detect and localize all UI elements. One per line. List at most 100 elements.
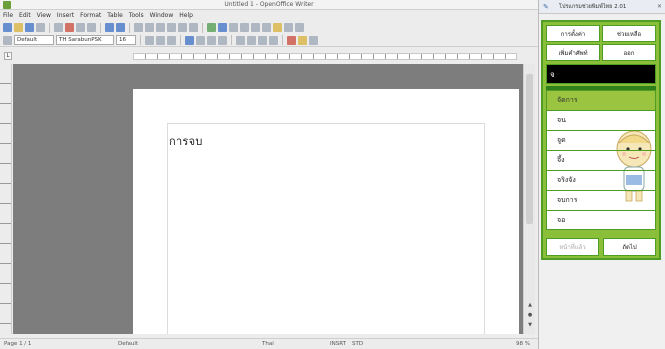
export-pdf-icon[interactable] bbox=[65, 23, 74, 32]
font-size-select[interactable]: 16 bbox=[116, 35, 136, 45]
menu-file[interactable]: File bbox=[3, 12, 13, 19]
highlight-icon[interactable] bbox=[298, 35, 307, 45]
navigator-icon[interactable] bbox=[251, 23, 260, 32]
next-page-icon[interactable]: ▼ bbox=[528, 322, 532, 328]
toolbar-separator bbox=[129, 22, 130, 33]
menu-window[interactable]: Window bbox=[150, 12, 174, 19]
table-icon[interactable] bbox=[218, 23, 227, 32]
justify-icon[interactable] bbox=[218, 35, 227, 45]
tab-stop-selector[interactable]: L bbox=[4, 52, 12, 60]
toolbar-separator bbox=[282, 35, 283, 45]
page-nav-arrows[interactable]: ▲ ● ▼ bbox=[526, 302, 534, 328]
panel-title-bar: ✎ โปรแกรมช่วยพิมพ์ไทย 2.01 ✕ bbox=[539, 0, 665, 14]
underline-icon[interactable] bbox=[167, 35, 176, 45]
print-icon[interactable] bbox=[76, 23, 85, 32]
font-name-select[interactable]: TH SarabunPSK bbox=[56, 35, 114, 45]
numbering-icon[interactable] bbox=[236, 35, 245, 45]
ruler-scale[interactable] bbox=[133, 53, 517, 60]
print-preview-icon[interactable] bbox=[87, 23, 96, 32]
redo-icon[interactable] bbox=[189, 23, 198, 32]
status-insert-mode[interactable]: INSRT bbox=[330, 341, 346, 347]
word-input-field[interactable]: จ bbox=[546, 64, 656, 84]
increase-indent-icon[interactable] bbox=[269, 35, 278, 45]
suggestion-item[interactable]: จูด bbox=[547, 131, 655, 151]
scrollbar-thumb[interactable] bbox=[526, 74, 533, 224]
edit-file-icon[interactable] bbox=[54, 23, 63, 32]
window-title: Untitled 1 - OpenOffice Writer bbox=[224, 1, 314, 8]
spellcheck-icon[interactable] bbox=[105, 23, 114, 32]
title-bar: Untitled 1 - OpenOffice Writer bbox=[0, 0, 538, 10]
menu-table[interactable]: Table bbox=[107, 12, 123, 19]
status-selection-mode[interactable]: STD bbox=[352, 341, 363, 347]
open-folder-icon[interactable] bbox=[14, 23, 23, 32]
menu-tools[interactable]: Tools bbox=[129, 12, 144, 19]
exit-button[interactable]: ออก bbox=[602, 44, 656, 61]
format-paintbrush-icon[interactable] bbox=[167, 23, 176, 32]
autospell-icon[interactable] bbox=[116, 23, 125, 32]
find-replace-icon[interactable] bbox=[262, 23, 271, 32]
panel-title: โปรแกรมช่วยพิมพ์ไทย 2.01 bbox=[559, 4, 627, 10]
copy-icon[interactable] bbox=[145, 23, 154, 32]
align-left-icon[interactable] bbox=[185, 35, 194, 45]
word-palette-frame: การตั้งค่า ช่วยเหลือ เพิ่มคำศัพท์ ออก จ … bbox=[541, 20, 661, 260]
paragraph-style-select[interactable]: Default bbox=[14, 35, 54, 45]
document-text[interactable]: การจบ bbox=[169, 132, 203, 150]
gallery-icon[interactable] bbox=[273, 23, 282, 32]
input-value: จ bbox=[550, 70, 555, 79]
image-icon[interactable] bbox=[229, 23, 238, 32]
toolbar-separator bbox=[202, 22, 203, 33]
align-right-icon[interactable] bbox=[207, 35, 216, 45]
status-page-style: Default bbox=[118, 341, 139, 347]
decrease-indent-icon[interactable] bbox=[258, 35, 267, 45]
new-document-icon[interactable] bbox=[3, 23, 12, 32]
previous-page-icon[interactable]: ▲ bbox=[528, 302, 532, 308]
styles-icon[interactable] bbox=[3, 35, 12, 45]
menu-insert[interactable]: Insert bbox=[57, 12, 74, 19]
text-boundaries bbox=[167, 123, 485, 334]
add-word-button[interactable]: เพิ่มคำศัพท์ bbox=[546, 44, 600, 61]
status-zoom[interactable]: 98 % bbox=[516, 341, 530, 347]
suggestion-item[interactable]: จอ bbox=[547, 211, 655, 229]
bold-icon[interactable] bbox=[145, 35, 154, 45]
zoom-icon[interactable] bbox=[284, 23, 293, 32]
close-icon[interactable]: ✕ bbox=[657, 3, 662, 10]
paste-icon[interactable] bbox=[156, 23, 165, 32]
align-center-icon[interactable] bbox=[196, 35, 205, 45]
toolbar-separator bbox=[100, 22, 101, 33]
suggestion-item[interactable]: จัดการ bbox=[547, 91, 655, 111]
toolbar-separator bbox=[49, 22, 50, 33]
previous-page-button[interactable]: หน้าที่แล้ว bbox=[546, 238, 599, 256]
status-page: Page 1 / 1 bbox=[4, 341, 32, 347]
chart-icon[interactable] bbox=[240, 23, 249, 32]
vertical-ruler bbox=[0, 64, 12, 334]
undo-icon[interactable] bbox=[178, 23, 187, 32]
hyperlink-icon[interactable] bbox=[207, 23, 216, 32]
suggestion-item[interactable]: จึ้ง bbox=[547, 151, 655, 171]
suggestion-item[interactable]: จริงจัง bbox=[547, 171, 655, 191]
bullets-icon[interactable] bbox=[247, 35, 256, 45]
settings-button[interactable]: การตั้งค่า bbox=[546, 25, 600, 42]
italic-icon[interactable] bbox=[156, 35, 165, 45]
menu-edit[interactable]: Edit bbox=[19, 12, 31, 19]
document-area: การจบ bbox=[13, 64, 523, 334]
help-button[interactable]: ช่วยเหลือ bbox=[602, 25, 656, 42]
menu-help[interactable]: Help bbox=[179, 12, 193, 19]
next-page-button[interactable]: ถัดไป bbox=[603, 238, 656, 256]
toolbar-separator bbox=[140, 35, 141, 45]
suggestion-list: จัดการ จน จูด จึ้ง จริงจัง จบการ จอ bbox=[546, 90, 656, 230]
browse-object-icon[interactable]: ● bbox=[528, 312, 532, 318]
panel-button-grid: การตั้งค่า ช่วยเหลือ เพิ่มคำศัพท์ ออก bbox=[546, 25, 656, 61]
cut-icon[interactable] bbox=[134, 23, 143, 32]
vertical-scrollbar[interactable]: ▲ ● ▼ bbox=[523, 64, 535, 334]
suggestion-item[interactable]: จบการ bbox=[547, 191, 655, 211]
suggestion-item[interactable]: จน bbox=[547, 111, 655, 131]
document-page[interactable]: การจบ bbox=[133, 89, 519, 334]
email-icon[interactable] bbox=[36, 23, 45, 32]
font-color-icon[interactable] bbox=[287, 35, 296, 45]
menu-format[interactable]: Format bbox=[80, 12, 101, 19]
menu-view[interactable]: View bbox=[37, 12, 51, 19]
menu-bar: File Edit View Insert Format Table Tools… bbox=[0, 10, 538, 21]
help-icon[interactable] bbox=[295, 23, 304, 32]
save-icon[interactable] bbox=[25, 23, 34, 32]
background-color-icon[interactable] bbox=[309, 35, 318, 45]
